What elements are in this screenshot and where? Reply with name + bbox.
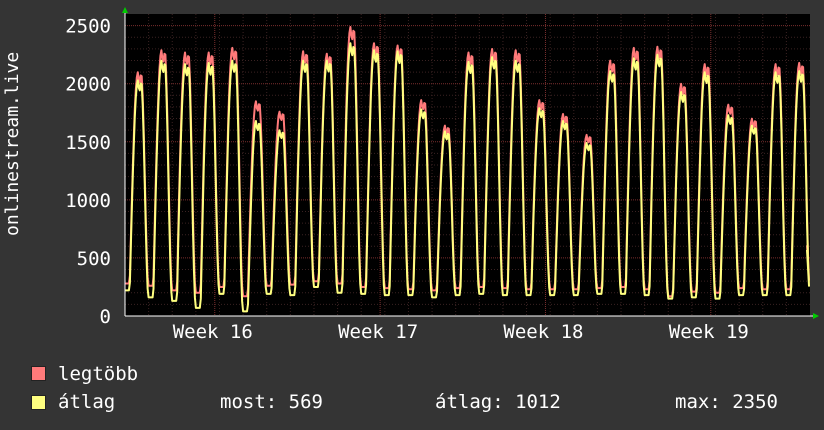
chart-area: 0 500 1000 1500 2000 2500 Week 16 Week 17 Week 1… — [65, 7, 819, 343]
legend-avg-swatch — [31, 395, 46, 410]
stat-average: átlag: 1012 — [435, 391, 561, 413]
legend-max-swatch — [31, 366, 46, 381]
y-tick-label: 1000 — [65, 190, 111, 212]
legend-avg-label: átlag — [58, 391, 116, 413]
y-tick-label: 2000 — [65, 74, 111, 96]
x-tick-label: Week 18 — [503, 321, 583, 343]
legend-max-label: legtöbb — [58, 363, 139, 385]
x-tick-label: Week 17 — [338, 321, 418, 343]
y-tick-label: 0 — [100, 306, 111, 328]
x-tick-label: Week 19 — [669, 321, 749, 343]
stat-current: most: 569 — [220, 391, 323, 413]
x-tick-label: Week 16 — [173, 321, 253, 343]
y-tick-label: 2500 — [65, 16, 111, 38]
y-axis-label: onlinestream.live — [2, 51, 23, 236]
y-tick-label: 500 — [77, 248, 111, 270]
y-axis-arrow — [122, 7, 128, 13]
stat-max: max: 2350 — [675, 391, 778, 413]
x-axis-arrow — [813, 313, 819, 319]
y-tick-label: 1500 — [65, 132, 111, 154]
